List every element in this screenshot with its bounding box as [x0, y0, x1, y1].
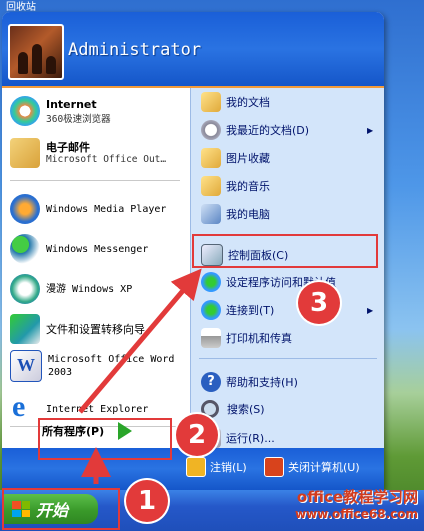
pinned-programs-panel: Internet 360极速浏览器 电子邮件 Microsoft Office …	[2, 88, 188, 448]
menu-item-tour-xp[interactable]: 漫游 Windows XP	[10, 274, 132, 304]
menu-item-help[interactable]: ? 帮助和支持(H)	[201, 372, 298, 392]
menu-item-my-pictures[interactable]: 图片收藏	[201, 148, 270, 168]
right-divider-2	[199, 358, 377, 359]
highlight-all-programs	[38, 418, 172, 460]
menu-item-internet[interactable]: Internet 360极速浏览器	[10, 96, 111, 126]
start-menu-header: Administrator	[2, 12, 384, 88]
menu-item-connect-to-label: 连接到(T)	[226, 304, 275, 317]
menu-item-search[interactable]: 搜索(S)	[201, 400, 265, 418]
media-player-icon	[10, 194, 40, 224]
360-browser-icon	[10, 96, 40, 126]
menu-item-email-title: 电子邮件	[46, 141, 90, 154]
transfer-wizard-icon	[10, 314, 40, 344]
power-icon	[264, 457, 284, 477]
menu-item-transfer-wizard[interactable]: 文件和设置转移向导	[10, 314, 145, 344]
submenu-arrow-icon: ▶	[367, 126, 374, 135]
menu-item-email[interactable]: 电子邮件 Microsoft Office Out…	[10, 138, 166, 168]
step-badge-3: 3	[298, 282, 340, 324]
highlight-control-panel	[192, 234, 378, 268]
user-name: Administrator	[68, 40, 202, 60]
menu-item-internet-subtitle: 360极速浏览器	[46, 113, 111, 125]
program-access-icon	[201, 272, 221, 292]
logoff-label: 注销(L)	[210, 461, 247, 474]
highlight-start-button	[2, 488, 120, 530]
watermark: office教程学习网 www.office68.com	[295, 486, 418, 521]
menu-item-my-music[interactable]: 我的音乐	[201, 176, 270, 196]
menu-item-media-player[interactable]: Windows Media Player	[10, 194, 166, 224]
watermark-title: office教程学习网	[296, 488, 418, 506]
menu-item-search-label: 搜索(S)	[227, 403, 265, 416]
watermark-url: www.office68.com	[294, 507, 418, 521]
my-music-icon	[201, 176, 221, 196]
menu-item-word[interactable]: W Microsoft Office Word 2003	[10, 350, 184, 382]
menu-item-my-computer-label: 我的电脑	[226, 208, 270, 221]
outlook-icon	[10, 138, 40, 168]
menu-item-internet-title: Internet	[46, 97, 97, 111]
menu-item-recent-documents[interactable]: 我最近的文档(D)	[201, 120, 309, 140]
menu-item-messenger-label: Windows Messenger	[46, 243, 149, 255]
menu-item-my-pictures-label: 图片收藏	[226, 152, 270, 165]
shutdown-button[interactable]: 关闭计算机(U)	[264, 457, 360, 477]
my-computer-icon	[201, 204, 221, 224]
help-icon: ?	[201, 372, 221, 392]
menu-item-word-label: Microsoft Office Word 2003	[48, 354, 175, 378]
menu-item-connect-to[interactable]: 连接到(T)	[201, 300, 274, 320]
menu-item-printers-label: 打印机和传真	[226, 332, 292, 345]
step-badge-1: 1	[126, 480, 168, 522]
menu-item-run-label: 运行(R)...	[226, 432, 275, 445]
messenger-icon	[10, 234, 40, 264]
shutdown-label: 关闭计算机(U)	[288, 461, 360, 474]
menu-item-my-computer[interactable]: 我的电脑	[201, 204, 270, 224]
menu-item-messenger[interactable]: Windows Messenger	[10, 234, 148, 264]
menu-item-email-subtitle: Microsoft Office Out…	[46, 154, 167, 165]
user-avatar[interactable]	[8, 24, 64, 80]
menu-item-media-player-label: Windows Media Player	[46, 203, 167, 215]
recent-documents-icon	[201, 120, 221, 140]
menu-item-help-label: 帮助和支持(H)	[226, 376, 298, 389]
word-icon: W	[10, 350, 42, 382]
menu-item-my-music-label: 我的音乐	[226, 180, 270, 193]
menu-item-printers[interactable]: 打印机和传真	[201, 328, 292, 348]
ie-icon: e	[12, 390, 26, 423]
submenu-arrow-icon: ▶	[367, 306, 374, 315]
places-panel: 我的文档 我最近的文档(D) ▶ 图片收藏 我的音乐 我的电脑 控制面板(C) …	[190, 88, 384, 448]
tour-xp-icon	[10, 274, 40, 304]
left-divider	[10, 180, 180, 181]
menu-item-tour-xp-label: 漫游 Windows XP	[46, 283, 133, 295]
menu-item-my-documents-label: 我的文档	[226, 96, 270, 109]
my-pictures-icon	[201, 148, 221, 168]
step-badge-2: 2	[176, 414, 218, 456]
menu-item-transfer-wizard-label: 文件和设置转移向导	[46, 322, 145, 336]
menu-item-ie-label: Internet Explorer	[46, 403, 149, 415]
menu-item-recent-documents-label: 我最近的文档(D)	[226, 124, 310, 137]
connect-to-icon	[201, 300, 221, 320]
my-documents-icon	[201, 92, 221, 112]
key-icon	[186, 457, 206, 477]
logoff-button[interactable]: 注销(L)	[186, 457, 247, 477]
menu-item-my-documents[interactable]: 我的文档	[201, 92, 270, 112]
printers-icon	[201, 328, 221, 348]
